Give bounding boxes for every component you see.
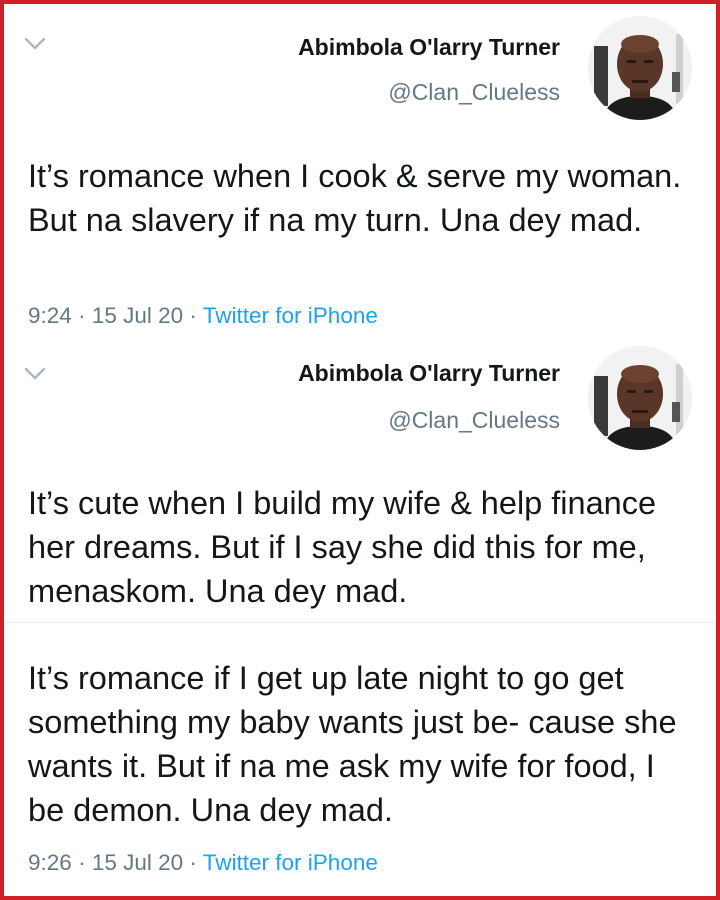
tweet-time[interactable]: 9:24 bbox=[28, 303, 72, 328]
tweet-header-1: Abimbola O'larry Turner @Clan_Clueless bbox=[4, 4, 716, 120]
tweet-time[interactable]: 9:26 bbox=[28, 850, 72, 875]
author-handle[interactable]: @Clan_Clueless bbox=[388, 407, 560, 434]
tweet-date[interactable]: 15 Jul 20 bbox=[92, 850, 183, 875]
author-name[interactable]: Abimbola O'larry Turner bbox=[298, 34, 560, 61]
chevron-down-icon[interactable] bbox=[24, 37, 46, 51]
meta-separator: · bbox=[78, 303, 86, 328]
tweet-text: It’s cute when I build my wife & help fi… bbox=[28, 485, 657, 609]
author-handle[interactable]: @Clan_Clueless bbox=[388, 79, 560, 106]
meta-separator: · bbox=[78, 850, 86, 875]
tweet-meta: 9:26 · 15 Jul 20 · Twitter for iPhone bbox=[28, 850, 378, 876]
tweet-source-link[interactable]: Twitter for iPhone bbox=[203, 303, 378, 328]
meta-separator: · bbox=[189, 303, 197, 328]
tweet-header-2: Abimbola O'larry Turner @Clan_Clueless bbox=[4, 344, 716, 454]
screenshot-frame: Abimbola O'larry Turner @Clan_Clueless I… bbox=[0, 0, 720, 900]
tweet-text: It’s romance when I cook & serve my woma… bbox=[28, 158, 682, 238]
meta-separator: · bbox=[189, 850, 197, 875]
avatar[interactable] bbox=[588, 16, 692, 120]
divider bbox=[4, 622, 716, 623]
tweet-date[interactable]: 15 Jul 20 bbox=[92, 303, 183, 328]
author-name[interactable]: Abimbola O'larry Turner bbox=[298, 360, 560, 387]
chevron-down-icon[interactable] bbox=[24, 367, 46, 381]
tweet-meta: 9:24 · 15 Jul 20 · Twitter for iPhone bbox=[28, 303, 378, 329]
tweet-source-link[interactable]: Twitter for iPhone bbox=[203, 850, 378, 875]
tweet-text: It’s romance if I get up late night to g… bbox=[28, 660, 677, 828]
avatar[interactable] bbox=[588, 346, 692, 450]
